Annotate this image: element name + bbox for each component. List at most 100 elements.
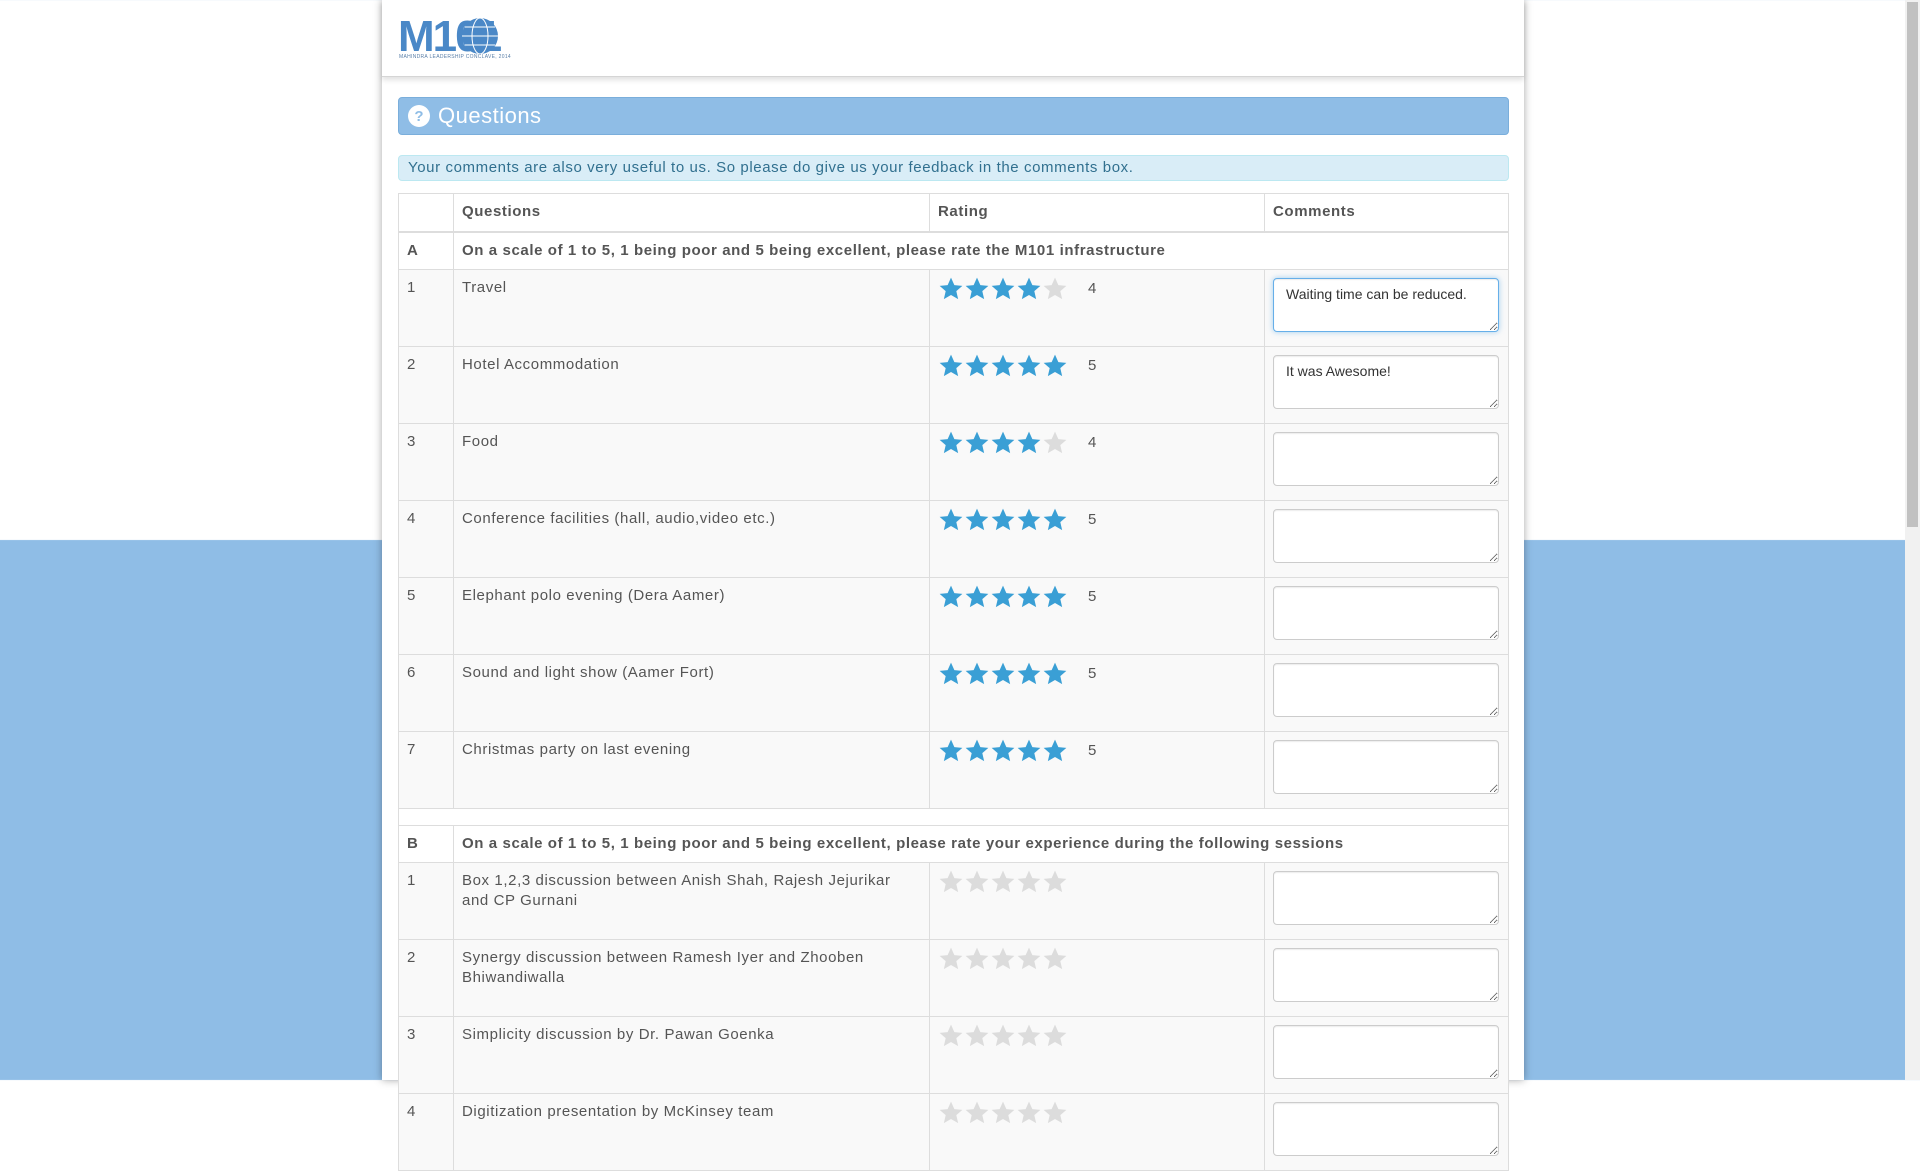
comment-cell bbox=[1264, 1092, 1509, 1171]
star-icon[interactable] bbox=[938, 276, 964, 302]
star-icon[interactable] bbox=[1042, 1100, 1068, 1126]
scrollbar-thumb[interactable] bbox=[1907, 2, 1918, 527]
star-icon[interactable] bbox=[938, 1023, 964, 1049]
star-icon[interactable] bbox=[1016, 584, 1042, 610]
comment-input[interactable] bbox=[1273, 739, 1499, 794]
m101-logo[interactable]: M101 MAHINDRA LEADERSHIP CONCLAVE, 2014 bbox=[398, 15, 518, 63]
questions-panel-heading: ? Questions bbox=[398, 97, 1509, 135]
star-icon[interactable] bbox=[990, 661, 1016, 687]
star-icon[interactable] bbox=[964, 1023, 990, 1049]
star-icon[interactable] bbox=[1042, 353, 1068, 379]
star-icon[interactable] bbox=[990, 946, 1016, 972]
star-icon[interactable] bbox=[938, 1100, 964, 1126]
star-icon[interactable] bbox=[1016, 507, 1042, 533]
star-icon[interactable] bbox=[990, 1023, 1016, 1049]
star-icon[interactable] bbox=[1016, 1023, 1042, 1049]
star-icon[interactable] bbox=[1016, 1100, 1042, 1126]
table-row: 4 Conference facilities (hall, audio,vide… bbox=[398, 499, 1509, 578]
star-icon[interactable] bbox=[1042, 738, 1068, 764]
star-rating[interactable]: 5 bbox=[938, 353, 1256, 379]
comment-input[interactable] bbox=[1273, 1101, 1499, 1156]
col-header-comments: Comments bbox=[1264, 193, 1509, 233]
comment-input[interactable] bbox=[1273, 1024, 1499, 1079]
star-icon[interactable] bbox=[990, 869, 1016, 895]
comment-input[interactable] bbox=[1273, 870, 1499, 925]
star-icon[interactable] bbox=[1016, 430, 1042, 456]
star-icon[interactable] bbox=[938, 661, 964, 687]
rating-value: 4 bbox=[1088, 434, 1097, 451]
rating-cell bbox=[929, 938, 1265, 1017]
star-icon[interactable] bbox=[990, 584, 1016, 610]
star-icon[interactable] bbox=[1042, 507, 1068, 533]
star-icon[interactable] bbox=[938, 946, 964, 972]
star-icon[interactable] bbox=[1042, 869, 1068, 895]
star-icon[interactable] bbox=[938, 353, 964, 379]
star-icon[interactable] bbox=[938, 430, 964, 456]
star-icon[interactable] bbox=[1016, 276, 1042, 302]
vertical-scrollbar[interactable] bbox=[1905, 0, 1920, 1080]
star-icon[interactable] bbox=[990, 276, 1016, 302]
panel-title: Questions bbox=[438, 103, 542, 128]
star-rating[interactable]: 5 bbox=[938, 661, 1256, 687]
star-icon[interactable] bbox=[1042, 430, 1068, 456]
star-icon[interactable] bbox=[1016, 661, 1042, 687]
info-alert: Your comments are also very useful to us… bbox=[398, 155, 1509, 181]
star-icon[interactable] bbox=[1042, 946, 1068, 972]
star-icon[interactable] bbox=[938, 738, 964, 764]
rating-value: 5 bbox=[1088, 511, 1097, 528]
row-number: 1 bbox=[398, 268, 454, 347]
star-icon[interactable] bbox=[990, 507, 1016, 533]
star-icon[interactable] bbox=[964, 1100, 990, 1126]
rating-value: 4 bbox=[1088, 280, 1097, 297]
star-icon[interactable] bbox=[990, 353, 1016, 379]
comment-input[interactable] bbox=[1273, 508, 1499, 563]
star-icon[interactable] bbox=[1042, 276, 1068, 302]
star-rating[interactable]: 5 bbox=[938, 507, 1256, 533]
star-icon[interactable] bbox=[938, 584, 964, 610]
comment-input[interactable] bbox=[1273, 431, 1499, 486]
star-rating[interactable] bbox=[938, 1100, 1256, 1126]
star-rating[interactable]: 5 bbox=[938, 738, 1256, 764]
comment-input[interactable] bbox=[1273, 585, 1499, 640]
star-icon[interactable] bbox=[964, 276, 990, 302]
star-icon[interactable] bbox=[1042, 661, 1068, 687]
star-icon[interactable] bbox=[990, 738, 1016, 764]
star-icon[interactable] bbox=[1042, 1023, 1068, 1049]
star-icon[interactable] bbox=[1016, 869, 1042, 895]
star-icon[interactable] bbox=[1016, 353, 1042, 379]
comment-cell bbox=[1264, 576, 1509, 655]
star-icon[interactable] bbox=[964, 507, 990, 533]
star-icon[interactable] bbox=[938, 869, 964, 895]
star-rating[interactable] bbox=[938, 869, 1256, 895]
section-id: B bbox=[398, 824, 454, 863]
star-icon[interactable] bbox=[964, 738, 990, 764]
rating-value: 5 bbox=[1088, 742, 1097, 759]
star-rating[interactable]: 5 bbox=[938, 584, 1256, 610]
comment-input[interactable]: Waiting time can be reduced. bbox=[1273, 277, 1499, 332]
rating-cell bbox=[929, 1015, 1265, 1094]
star-icon[interactable] bbox=[1042, 584, 1068, 610]
star-icon[interactable] bbox=[990, 1100, 1016, 1126]
comment-input[interactable]: It was Awesome! bbox=[1273, 354, 1499, 409]
star-icon[interactable] bbox=[964, 430, 990, 456]
star-icon[interactable] bbox=[964, 946, 990, 972]
star-icon[interactable] bbox=[964, 584, 990, 610]
logo-tagline: MAHINDRA LEADERSHIP CONCLAVE, 2014 bbox=[399, 54, 511, 60]
table-row: 2 Hotel Accommodation 5 It was Awesome! bbox=[398, 345, 1509, 424]
star-icon[interactable] bbox=[1016, 738, 1042, 764]
star-rating[interactable] bbox=[938, 1023, 1256, 1049]
comment-input[interactable] bbox=[1273, 662, 1499, 717]
star-rating[interactable]: 4 bbox=[938, 276, 1256, 302]
star-icon[interactable] bbox=[964, 353, 990, 379]
star-rating[interactable]: 4 bbox=[938, 430, 1256, 456]
comment-input[interactable] bbox=[1273, 947, 1499, 1002]
star-icon[interactable] bbox=[964, 661, 990, 687]
row-number: 3 bbox=[398, 422, 454, 501]
star-rating[interactable] bbox=[938, 946, 1256, 972]
page-container: M101 MAHINDRA LEADERSHIP CONCLAVE, 2014 … bbox=[382, 0, 1524, 1171]
star-icon[interactable] bbox=[990, 430, 1016, 456]
question-text: Elephant polo evening (Dera Aamer) bbox=[453, 576, 930, 655]
star-icon[interactable] bbox=[964, 869, 990, 895]
star-icon[interactable] bbox=[938, 507, 964, 533]
star-icon[interactable] bbox=[1016, 946, 1042, 972]
